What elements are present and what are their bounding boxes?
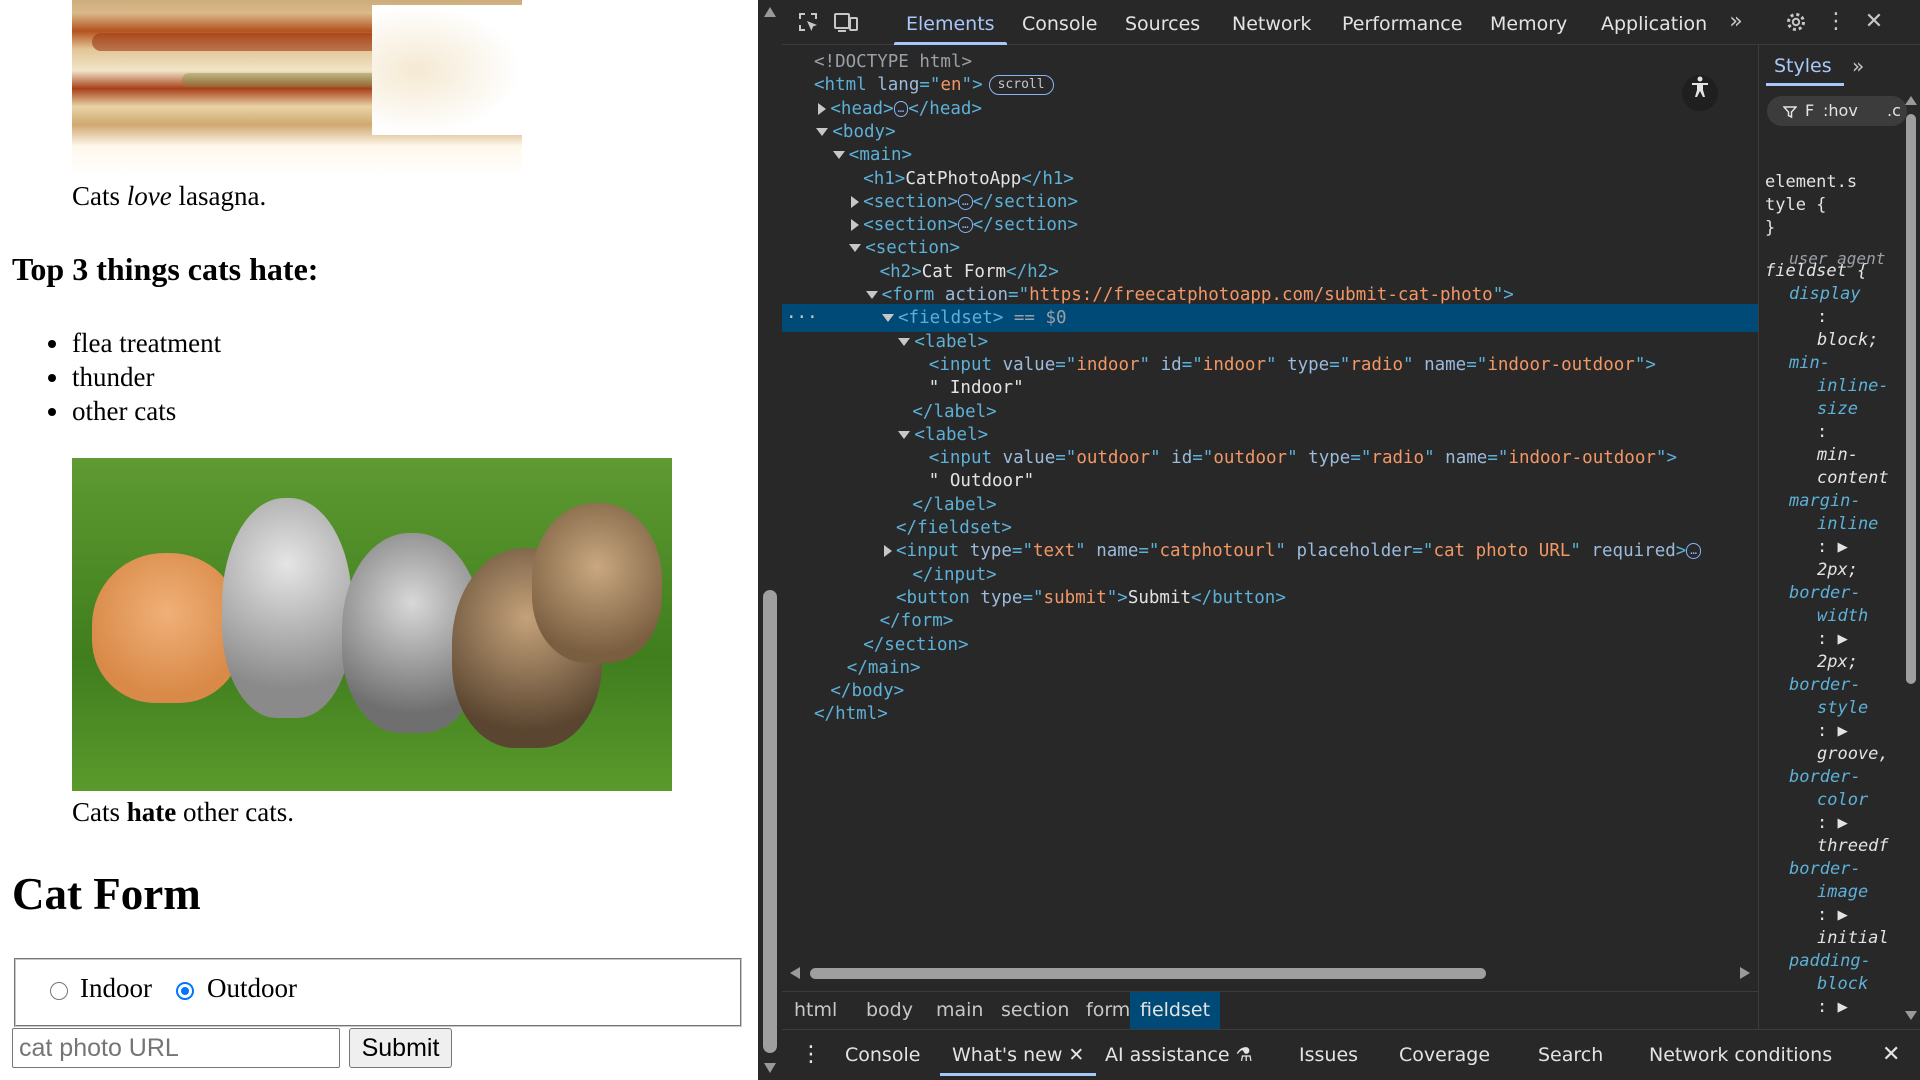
indoor-radio[interactable] [50,982,68,1000]
kebab-menu-icon[interactable]: ⋮ [1824,10,1848,34]
close-icon[interactable]: ✕ [1068,1044,1084,1066]
accessibility-tree-icon[interactable] [1682,75,1718,111]
crumb-html[interactable]: html [784,992,847,1029]
more-tabs-icon[interactable]: » [1724,10,1748,34]
indoor-outdoor-fieldset: Indoor Outdoor [14,958,742,1027]
list-item: other cats [47,394,221,428]
drawer-tabbar: ⋮ Console What's new ✕ AI assistance ⚗ I… [782,1029,1920,1080]
collapse-triangle-icon[interactable] [865,291,878,299]
close-icon[interactable]: ✕ [1862,10,1886,34]
styles-pane: Styles » F :hov .c element.s tyle { } us… [1758,45,1920,1029]
outdoor-radio[interactable] [176,982,194,1000]
filter-placeholder: F [1805,101,1815,120]
expand-triangle-icon[interactable] [851,195,860,208]
drawer-tab-network-conditions[interactable]: Network conditions [1649,1030,1832,1080]
kittens-caption: Cats hate other cats. [72,797,294,827]
crumb-section[interactable]: section [991,992,1079,1029]
tab-styles[interactable]: Styles [1766,55,1844,86]
styles-filter-input[interactable]: F :hov .c [1767,96,1907,126]
list-item: flea treatment [47,328,222,358]
tab-network[interactable]: Network [1232,0,1311,45]
scrollbar-thumb[interactable] [810,968,1486,979]
dom-horizontal-scrollbar[interactable] [782,960,1758,986]
tab-performance[interactable]: Performance [1342,0,1462,45]
tab-memory[interactable]: Memory [1490,0,1567,45]
drawer-tab-whats-new[interactable]: What's new ✕ [939,1030,1097,1080]
collapse-triangle-icon[interactable] [816,127,829,136]
scroll-badge[interactable]: scroll [988,75,1054,96]
page-scrollbar[interactable] [758,0,782,1080]
cats-hate-list: flea treatment thunder other cats [47,326,222,428]
tab-elements[interactable]: Elements [894,0,1007,45]
collapse-triangle-icon[interactable] [898,337,911,346]
outdoor-label[interactable]: Outdoor [207,973,297,1004]
cat-photo-url-input[interactable] [12,1028,340,1068]
drawer-tab-console[interactable]: Console [845,1030,920,1080]
lasagna-caption: Cats love lasagna. [72,181,267,211]
dom-node[interactable]: </html> [782,700,1758,728]
flask-icon: ⚗ [1235,1044,1253,1066]
crumb-body[interactable]: body [856,992,923,1029]
indoor-label[interactable]: Indoor [80,973,152,1004]
tab-application[interactable]: Application [1601,0,1707,45]
breadcrumb: html body main section form fieldset [782,991,1758,1029]
expand-triangle-icon[interactable] [851,219,860,232]
expand-triangle-icon[interactable] [818,102,827,115]
expand-ellipsis-button[interactable]: … [958,193,973,210]
expand-ellipsis-button[interactable]: … [1686,543,1701,560]
drawer-tab-search[interactable]: Search [1538,1030,1603,1080]
rendered-page: Cats love lasagna. Top 3 things cats hat… [0,0,758,1080]
drawer-tab-issues[interactable]: Issues [1299,1030,1358,1080]
style-property[interactable]: margin-inline: ▶ 2px; [1789,490,1915,582]
kittens-image [72,458,672,791]
cat-form-heading: Cat Form [12,869,201,919]
close-drawer-icon[interactable]: ✕ [1882,1030,1900,1080]
scrollbar-thumb[interactable] [763,590,777,1053]
scrollbar-thumb[interactable] [1906,114,1916,684]
style-property[interactable]: border-width: ▶ 2px; [1789,582,1915,674]
drawer-tab-ai-assistance[interactable]: AI assistance ⚗ [1105,1030,1253,1080]
element-style-rule[interactable]: element.s tyle { } [1765,171,1915,240]
styles-scrollbar[interactable] [1902,94,1920,1029]
gear-icon[interactable] [1784,10,1808,34]
lasagna-image [72,0,522,175]
cats-hate-heading: Top 3 things cats hate: [12,251,319,287]
drawer-menu-icon[interactable]: ⋮ [800,1030,822,1080]
fieldset-rule[interactable]: fieldset { display: block; min-inline-size… [1765,260,1915,1019]
collapse-triangle-icon[interactable] [832,151,845,160]
crumb-main[interactable]: main [926,992,993,1029]
style-property[interactable]: border-style: ▶ groove, [1789,674,1915,766]
tab-sources[interactable]: Sources [1125,0,1200,45]
device-toolbar-icon[interactable] [833,10,858,34]
style-property[interactable]: padding-block: ▶ [1789,950,1915,1019]
cls-toggle[interactable]: .c [1887,96,1901,126]
more-tabs-icon[interactable]: » [1852,54,1864,78]
drawer-tab-coverage[interactable]: Coverage [1399,1030,1490,1080]
hov-toggle[interactable]: :hov [1823,96,1858,126]
style-property[interactable]: min-inline-size: min-content [1789,352,1915,490]
dom-tree[interactable]: <!DOCTYPE html> <html lang="en"> scroll <he… [782,45,1758,965]
scroll-up-arrow[interactable] [764,7,776,17]
expand-triangle-icon[interactable] [884,545,892,558]
list-item: thunder [47,360,221,394]
style-property[interactable]: border-image: ▶ initial [1789,858,1915,950]
collapse-triangle-icon[interactable] [898,430,911,439]
filter-icon [1782,96,1798,126]
style-property[interactable]: display: block; [1789,283,1915,352]
style-property[interactable]: border-color: ▶ threedf [1789,766,1915,858]
devtools-tabbar: Elements Console Sources Network Perform… [782,0,1920,45]
submit-button[interactable]: Submit [349,1028,452,1068]
collapse-triangle-icon[interactable] [849,244,862,253]
expand-ellipsis-button[interactable]: … [893,100,909,117]
collapse-triangle-icon[interactable] [882,314,894,323]
tab-console[interactable]: Console [1022,0,1097,45]
crumb-fieldset[interactable]: fieldset [1130,992,1221,1029]
inspect-element-icon[interactable] [796,10,820,34]
devtools-panel: Elements Console Sources Network Perform… [782,0,1920,1080]
expand-ellipsis-button[interactable]: … [958,217,973,234]
scroll-down-arrow[interactable] [764,1063,776,1073]
